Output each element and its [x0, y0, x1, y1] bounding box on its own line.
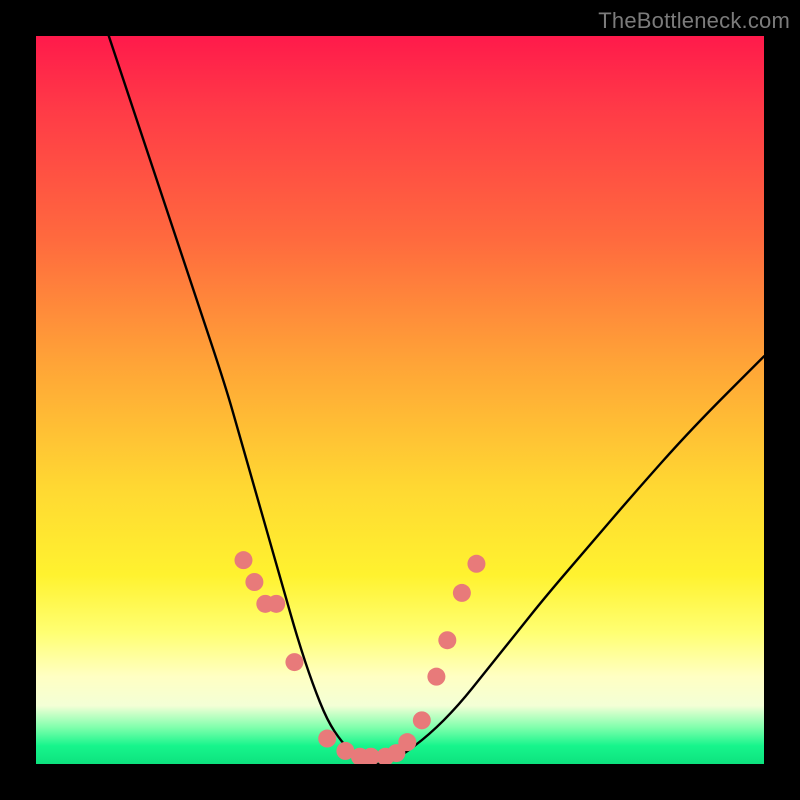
outer-frame: TheBottleneck.com: [0, 0, 800, 800]
marker-dot: [413, 711, 431, 729]
chart-svg: [36, 36, 764, 764]
marker-dot: [427, 668, 445, 686]
marker-dot: [245, 573, 263, 591]
marker-dot: [285, 653, 303, 671]
bottleneck-curve: [109, 36, 764, 764]
marker-dot: [234, 551, 252, 569]
marker-dot: [318, 730, 336, 748]
marker-dot: [267, 595, 285, 613]
marker-group: [234, 551, 485, 764]
marker-dot: [453, 584, 471, 602]
chart-area: [36, 36, 764, 764]
marker-dot: [467, 555, 485, 573]
marker-dot: [438, 631, 456, 649]
marker-dot: [398, 733, 416, 751]
watermark-text: TheBottleneck.com: [598, 8, 790, 34]
